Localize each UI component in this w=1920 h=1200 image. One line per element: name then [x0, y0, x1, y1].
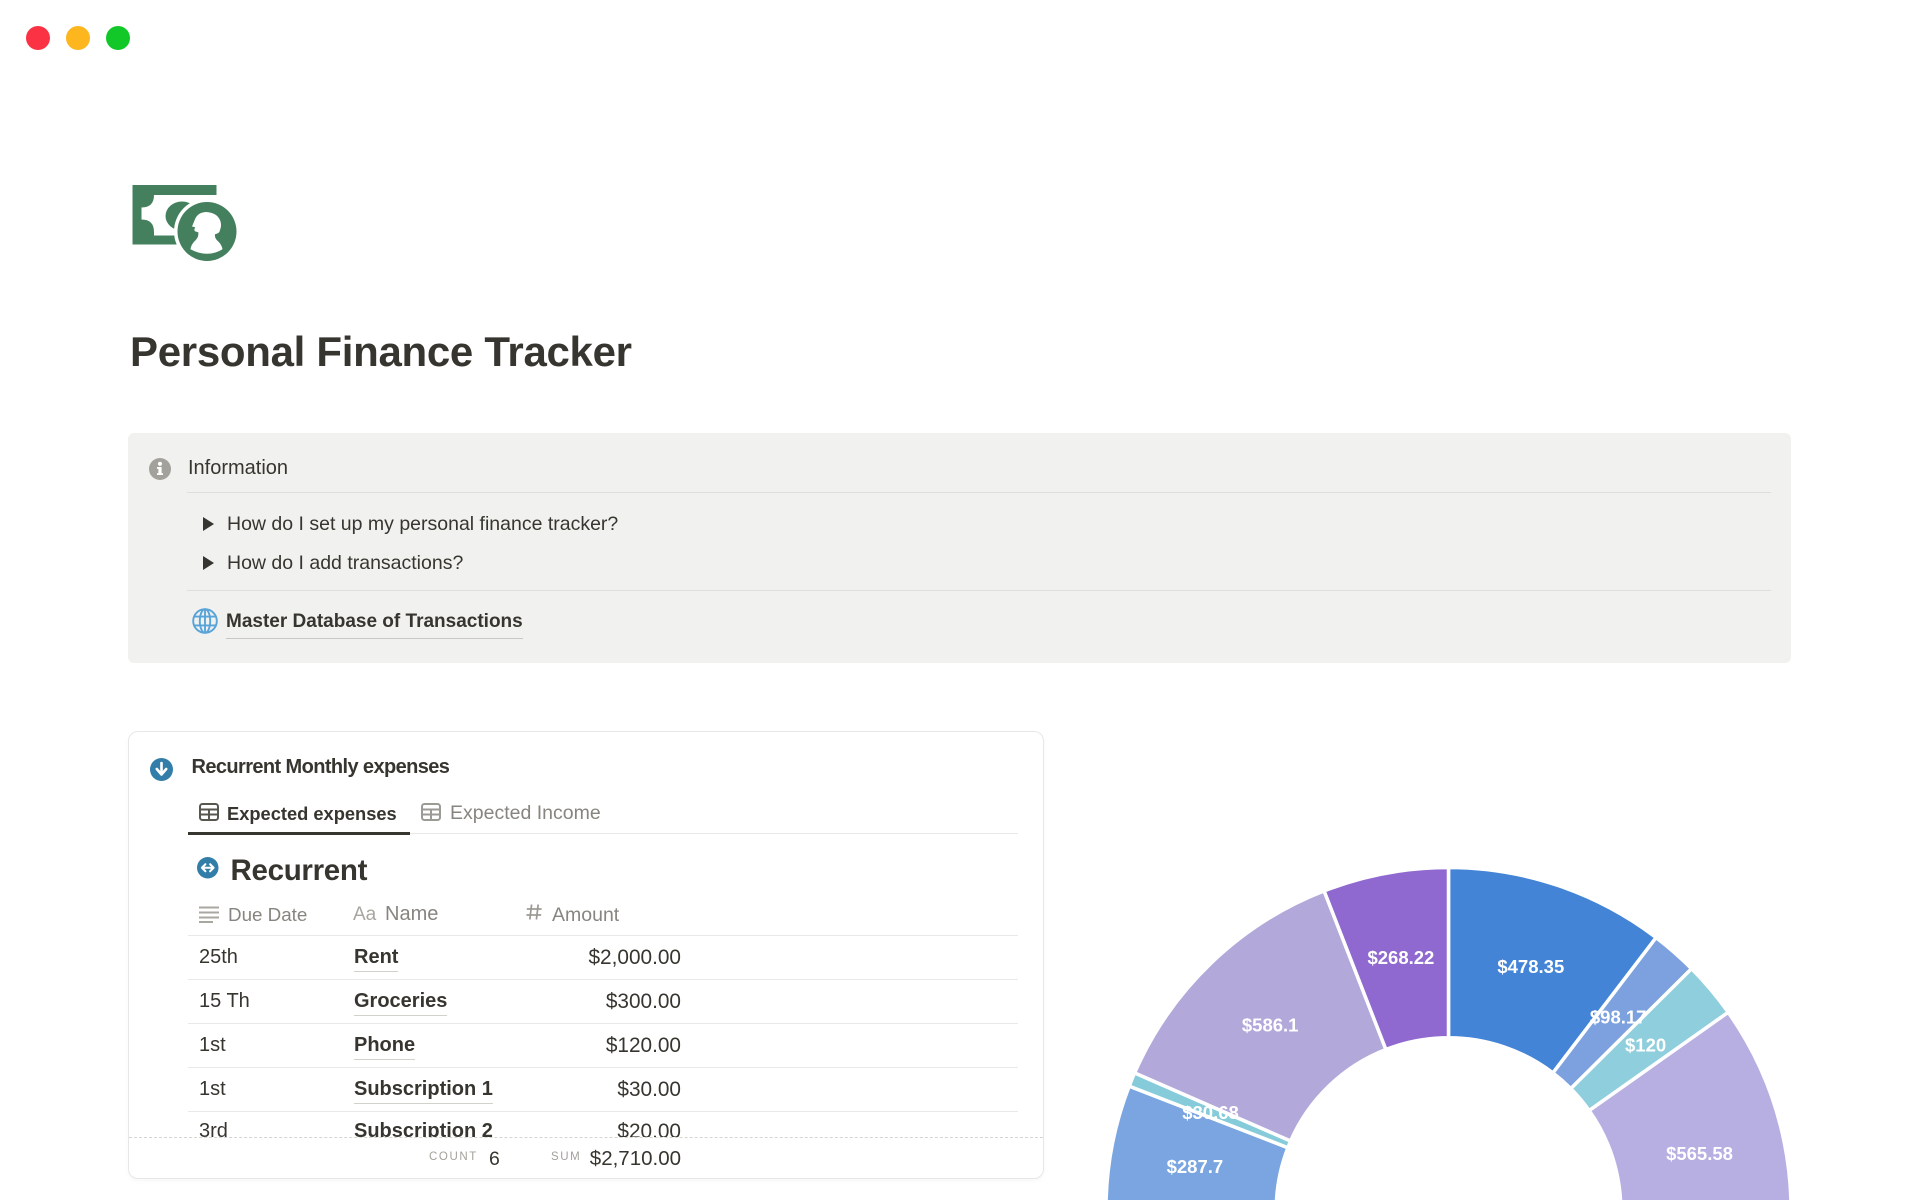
svg-text:$30.68: $30.68 — [1182, 1102, 1239, 1123]
svg-text:$287.7: $287.7 — [1167, 1156, 1224, 1177]
svg-text:$268.22: $268.22 — [1367, 947, 1434, 968]
svg-text:$120: $120 — [1625, 1035, 1666, 1056]
svg-text:$98.17: $98.17 — [1590, 1007, 1647, 1028]
svg-text:$586.1: $586.1 — [1242, 1014, 1299, 1035]
svg-text:$478.35: $478.35 — [1497, 956, 1564, 977]
svg-text:$565.58: $565.58 — [1666, 1143, 1733, 1164]
